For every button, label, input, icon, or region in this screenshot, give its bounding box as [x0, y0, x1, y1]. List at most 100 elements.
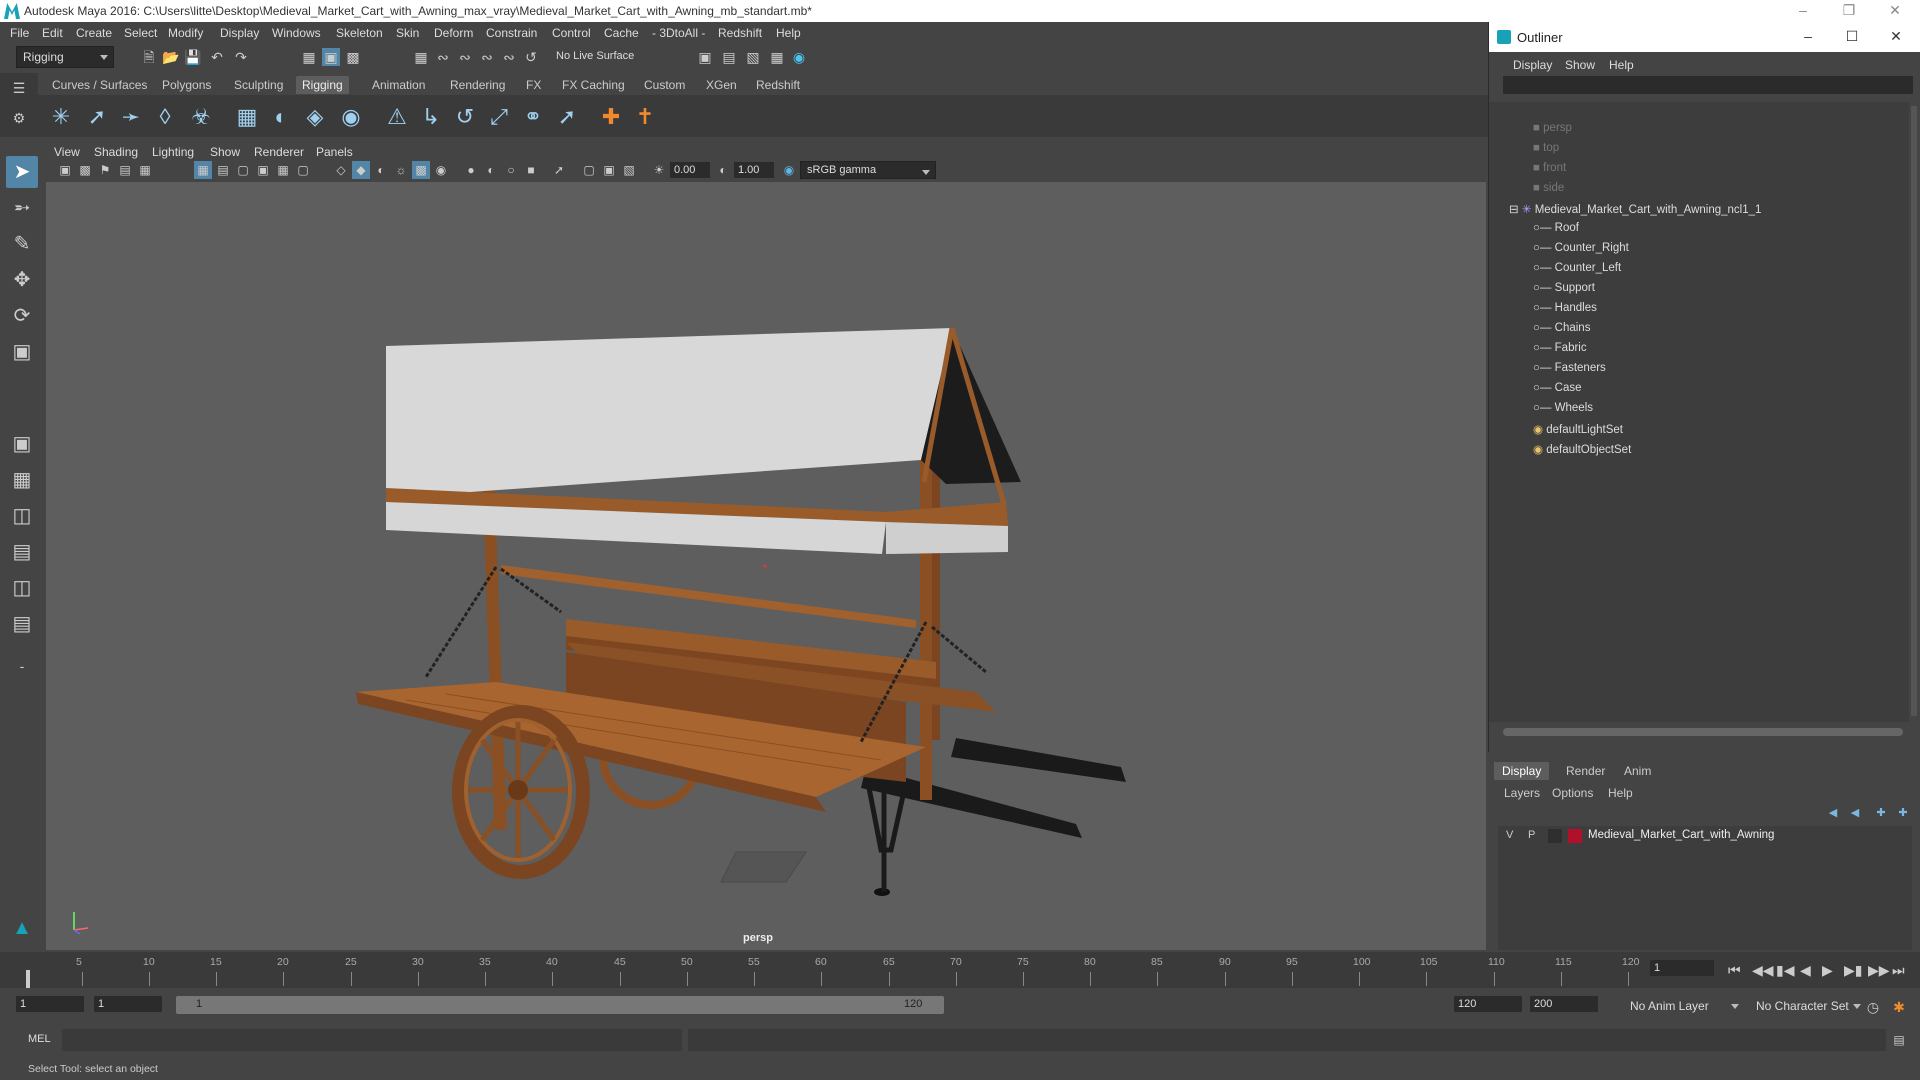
- move-layer-up-icon[interactable]: ◀: [1824, 804, 1842, 822]
- new-layer-selected-icon[interactable]: ✚: [1894, 804, 1912, 822]
- outliner-item-case[interactable]: ○— Case: [1533, 382, 1582, 402]
- tab-fx-caching[interactable]: FX Caching: [556, 76, 631, 94]
- snap-curve-icon[interactable]: ∾: [434, 48, 452, 66]
- layer-type-toggle[interactable]: [1548, 829, 1562, 843]
- anti-alias-icon[interactable]: ○: [502, 161, 520, 179]
- script-editor-icon[interactable]: ▤: [1890, 1031, 1908, 1049]
- go-to-start-icon[interactable]: ⏮: [1728, 962, 1741, 979]
- colorspace-dropdown[interactable]: sRGB gamma: [800, 161, 936, 179]
- outliner-item-top[interactable]: ■ top: [1533, 142, 1559, 162]
- panel-menu-panels[interactable]: Panels: [316, 145, 353, 159]
- scale-tool-icon[interactable]: ▣: [6, 336, 38, 368]
- viewport-persp[interactable]: persp: [46, 182, 1486, 950]
- undo-icon[interactable]: ↶: [208, 48, 226, 66]
- humanik-icon[interactable]: ◊: [150, 102, 180, 132]
- cluster-handle-icon[interactable]: ✝: [630, 102, 660, 132]
- outliner-h-scrollbar[interactable]: [1503, 728, 1903, 736]
- camera-select-icon[interactable]: ▣: [56, 161, 74, 179]
- xray-joints-icon[interactable]: ▢: [580, 161, 598, 179]
- outliner-item-root[interactable]: ⊟ ✳ Medieval_Market_Cart_with_Awning_ncl…: [1509, 202, 1761, 222]
- end-time-field[interactable]: 200: [1530, 996, 1598, 1012]
- snap-grid-icon[interactable]: ▦: [412, 48, 430, 66]
- select-component-icon[interactable]: ▩: [344, 48, 362, 66]
- xray-active-icon[interactable]: ▣: [600, 161, 618, 179]
- menu-constrain[interactable]: Constrain: [486, 26, 537, 40]
- gate-mask-icon[interactable]: ▣: [254, 161, 272, 179]
- snap-view-icon[interactable]: ∾: [478, 48, 496, 66]
- outliner-item-wheels[interactable]: ○— Wheels: [1533, 402, 1593, 422]
- paint-select-icon[interactable]: ✎: [6, 228, 38, 260]
- render-frame-icon[interactable]: ▣: [696, 48, 714, 66]
- rotate-tool-icon[interactable]: ⟳: [6, 300, 38, 332]
- menu-skin[interactable]: Skin: [396, 26, 419, 40]
- move-layer-down-icon[interactable]: ◀: [1846, 804, 1864, 822]
- lattice-icon[interactable]: ▦: [232, 102, 262, 132]
- snap-surface-icon[interactable]: ∾: [500, 48, 518, 66]
- close-icon[interactable]: ✕: [1872, 0, 1918, 22]
- step-back-key-icon[interactable]: ◀◀: [1752, 962, 1774, 979]
- menu-help[interactable]: Help: [776, 26, 801, 40]
- outliner-close-icon[interactable]: ✕: [1873, 26, 1919, 48]
- move-tool-icon[interactable]: ✥: [6, 264, 38, 296]
- step-back-frame-icon[interactable]: ▮◀: [1776, 962, 1794, 979]
- orient-constraint-icon[interactable]: ↺: [450, 102, 480, 132]
- exposure-icon[interactable]: ☀: [650, 161, 668, 179]
- film-gate-icon[interactable]: ▤: [214, 161, 232, 179]
- play-forward-icon[interactable]: ▶: [1822, 962, 1833, 979]
- tab-polygons[interactable]: Polygons: [156, 76, 217, 94]
- xray-icon[interactable]: ◉: [432, 161, 450, 179]
- go-to-end-icon[interactable]: ⏭: [1892, 962, 1905, 979]
- tab-xgen[interactable]: XGen: [700, 76, 743, 94]
- menu-create[interactable]: Create: [76, 26, 112, 40]
- outliner-item-roof[interactable]: ○— Roof: [1533, 222, 1579, 242]
- step-forward-key-icon[interactable]: ▶▶: [1868, 962, 1890, 979]
- gamma-field[interactable]: 1.00: [734, 162, 774, 178]
- outliner-item-fasteners[interactable]: ○— Fasteners: [1533, 362, 1606, 382]
- ik-handle-icon[interactable]: ➚: [82, 102, 112, 132]
- cluster-icon[interactable]: ◐: [266, 102, 296, 132]
- grid-toggle-icon[interactable]: ▦: [136, 161, 154, 179]
- image-plane-icon[interactable]: ▤: [116, 161, 134, 179]
- menu-display[interactable]: Display: [220, 26, 259, 40]
- menu-edit[interactable]: Edit: [42, 26, 63, 40]
- panel-menu-view[interactable]: View: [54, 145, 80, 159]
- camera-lock-icon[interactable]: ▩: [76, 161, 94, 179]
- snap-point-icon[interactable]: ∾: [456, 48, 474, 66]
- single-view-icon[interactable]: ▣: [6, 428, 38, 460]
- tab-custom[interactable]: Custom: [638, 76, 691, 94]
- ik-spline-icon[interactable]: ➛: [116, 102, 146, 132]
- tab-redshift[interactable]: Redshift: [750, 76, 806, 94]
- range-slider-bar[interactable]: 1 120: [176, 996, 944, 1014]
- script-layout-icon[interactable]: ▤: [6, 608, 38, 640]
- outliner-item-support[interactable]: ○— Support: [1533, 282, 1595, 302]
- outliner-layout-icon[interactable]: ▤: [6, 536, 38, 568]
- outliner-menu-display[interactable]: Display: [1513, 58, 1552, 72]
- component-xray-icon[interactable]: ▧: [620, 161, 638, 179]
- outliner-minimize-icon[interactable]: –: [1785, 26, 1831, 48]
- wireframe-grid-icon[interactable]: ▦: [194, 161, 212, 179]
- isolate-select-icon[interactable]: ➚: [550, 161, 568, 179]
- menu-file[interactable]: File: [10, 26, 29, 40]
- collapse-icon[interactable]: ⊟: [1509, 204, 1522, 216]
- outliner-item-object-set[interactable]: ◉ defaultObjectSet: [1533, 442, 1631, 462]
- open-scene-icon[interactable]: 📂: [162, 48, 180, 66]
- use-lights-icon[interactable]: ☼: [392, 161, 410, 179]
- animation-prefs-icon[interactable]: ✱: [1890, 998, 1908, 1016]
- restore-icon[interactable]: ❐: [1826, 0, 1872, 22]
- layer-row[interactable]: V P Medieval_Market_Cart_with_Awning: [1498, 826, 1912, 846]
- outliner-menu-help[interactable]: Help: [1609, 58, 1634, 72]
- menu-3dtoall[interactable]: - 3DtoAll -: [652, 26, 705, 40]
- layer-menu-layers[interactable]: Layers: [1504, 786, 1540, 800]
- outliner-item-side[interactable]: ■ side: [1533, 182, 1564, 202]
- menuset-dropdown[interactable]: Rigging: [16, 46, 114, 68]
- new-layer-icon[interactable]: ✚: [1872, 804, 1890, 822]
- outliner-item-counter-right[interactable]: ○— Counter_Right: [1533, 242, 1629, 262]
- redo-icon[interactable]: ↷: [232, 48, 250, 66]
- panel-menu-show[interactable]: Show: [210, 145, 240, 159]
- scale-constraint-icon[interactable]: ⤢: [484, 102, 514, 132]
- render-sphere-icon[interactable]: ◉: [790, 48, 808, 66]
- sculpt-deformer-icon[interactable]: ◉: [336, 102, 366, 132]
- shadows-icon[interactable]: ▩: [412, 161, 430, 179]
- playback-end-field[interactable]: 120: [1454, 996, 1522, 1012]
- select-hierarchy-icon[interactable]: ▦: [300, 48, 318, 66]
